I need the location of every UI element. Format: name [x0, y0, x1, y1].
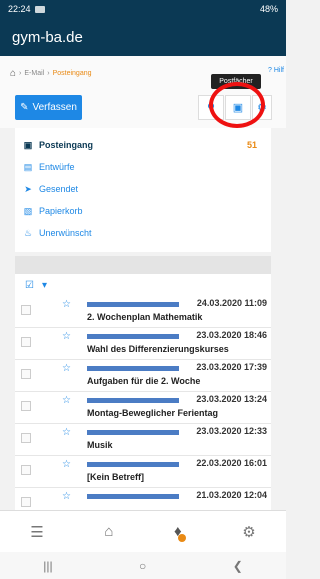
system-nav-bar: ||| ○ ❮	[0, 552, 286, 579]
mail-date: 24.03.2020 11:09	[196, 298, 267, 308]
trash-icon: ▧	[23, 205, 33, 216]
app-title: gym-ba.de	[12, 28, 83, 46]
list-item[interactable]: ☆ 23.03.2020 18:46 Wahl des Differenzier…	[15, 328, 271, 360]
recent-apps-icon[interactable]: |||	[43, 559, 52, 573]
mail-date: 23.03.2020 18:46	[196, 330, 267, 340]
app-bar: gym-ba.de	[0, 18, 286, 56]
list-item[interactable]: ☆ 23.03.2020 13:24 Montag-Beweglicher Fe…	[15, 392, 271, 424]
folder-trash[interactable]: ▧ Papierkorb	[15, 200, 271, 222]
list-item[interactable]: ☆ 24.03.2020 11:09 2. Wochenplan Mathema…	[15, 296, 271, 328]
notification-badge	[177, 534, 186, 542]
list-item[interactable]: ☆ 22.03.2020 16:01 [Kein Betreff]	[15, 456, 271, 488]
star-icon[interactable]: ☆	[62, 299, 71, 310]
star-icon[interactable]: ☆	[62, 427, 71, 438]
folder-inbox[interactable]: ▣ Posteingang 51	[15, 134, 271, 156]
select-bar: ☑ ▾	[15, 274, 271, 296]
send-icon: ➤	[24, 183, 32, 194]
folder-drafts[interactable]: ▤ Entwürfe	[15, 156, 271, 178]
mail-checkbox[interactable]	[21, 305, 31, 315]
bottom-nav: ☰ ⌂ ♦ ⚙	[0, 510, 286, 552]
mail-subject: [Kein Betreff]	[87, 472, 145, 482]
sender-redacted	[87, 398, 179, 403]
list-header	[15, 256, 271, 274]
list-item[interactable]: ☆ 21.03.2020 12:04	[15, 488, 271, 510]
star-icon[interactable]: ☆	[62, 395, 71, 406]
help-link[interactable]: ? Hilf	[268, 67, 284, 74]
star-icon[interactable]: ☆	[62, 459, 71, 470]
sender-redacted	[87, 462, 179, 467]
menu-icon[interactable]: ☰	[30, 523, 43, 541]
status-time: 22:24	[8, 4, 31, 14]
notifications-button[interactable]: ♦	[174, 523, 186, 542]
home-circle-icon[interactable]: ○	[139, 559, 146, 573]
mail-checkbox[interactable]	[21, 433, 31, 443]
drafts-icon: ▤	[23, 161, 33, 172]
gallery-icon	[34, 5, 45, 13]
home-icon[interactable]: ⌂	[104, 523, 113, 540]
mail-date: 22.03.2020 16:01	[196, 458, 267, 468]
inbox-icon: ▣	[23, 139, 33, 150]
home-icon[interactable]: ⌂	[10, 68, 16, 79]
list-item[interactable]: ☆ 23.03.2020 17:39 Aufgaben für die 2. W…	[15, 360, 271, 392]
breadcrumb-inbox[interactable]: Posteingang	[53, 70, 92, 77]
list-item[interactable]: ☆ 23.03.2020 12:33 Musik	[15, 424, 271, 456]
folder-sent[interactable]: ➤ Gesendet	[15, 178, 271, 200]
sender-redacted	[87, 302, 179, 307]
mail-checkbox[interactable]	[21, 497, 31, 507]
sender-redacted	[87, 366, 179, 371]
status-bar: 22:24 48%	[0, 0, 286, 18]
breadcrumb-email[interactable]: E-Mail	[24, 70, 44, 77]
star-icon[interactable]: ☆	[62, 331, 71, 342]
star-icon[interactable]: ☆	[62, 491, 71, 502]
mail-date: 23.03.2020 13:24	[196, 394, 267, 404]
mail-date: 21.03.2020 12:04	[196, 490, 267, 500]
annotation-circle	[209, 82, 265, 128]
mail-subject: Aufgaben für die 2. Woche	[87, 376, 201, 386]
sender-redacted	[87, 430, 179, 435]
pencil-icon: ✎	[20, 102, 29, 113]
mail-list: ☆ 24.03.2020 11:09 2. Wochenplan Mathema…	[15, 296, 271, 510]
mail-checkbox[interactable]	[21, 401, 31, 411]
mail-subject: 2. Wochenplan Mathematik	[87, 312, 203, 322]
mail-date: 23.03.2020 17:39	[196, 362, 267, 372]
mail-checkbox[interactable]	[21, 465, 31, 475]
select-all-checkbox[interactable]: ☑	[25, 280, 34, 291]
back-icon[interactable]: ❮	[233, 559, 243, 573]
battery-level: 48%	[259, 4, 278, 14]
star-icon[interactable]: ☆	[62, 363, 71, 374]
unread-count: 51	[246, 140, 257, 150]
sender-redacted	[87, 494, 179, 499]
mail-checkbox[interactable]	[21, 337, 31, 347]
gear-icon[interactable]: ⚙	[242, 523, 255, 541]
mail-checkbox[interactable]	[21, 369, 31, 379]
mail-date: 23.03.2020 12:33	[196, 426, 267, 436]
mail-subject: Musik	[87, 440, 113, 450]
mail-subject: Montag-Beweglicher Ferientag	[87, 408, 219, 418]
mail-subject: Wahl des Differenzierungskurses	[87, 344, 229, 354]
folder-spam[interactable]: ♨ Unerwünscht	[15, 222, 271, 244]
compose-button[interactable]: ✎ Verfassen	[15, 95, 82, 120]
folder-list: ▣ Posteingang 51 ▤ Entwürfe ➤ Gesendet ▧…	[15, 128, 271, 252]
spam-icon: ♨	[23, 227, 33, 238]
sender-redacted	[87, 334, 179, 339]
chevron-down-icon[interactable]: ▾	[42, 280, 47, 291]
